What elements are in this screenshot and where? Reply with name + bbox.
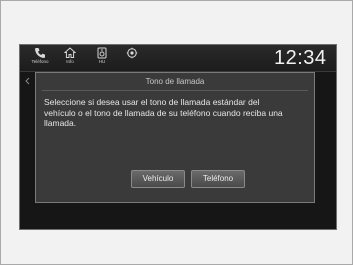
dialog-message: Seleccione si desea usar el tono de llam… <box>44 97 283 128</box>
clock: 12:34 <box>274 47 327 69</box>
manual-illustration-frame: Teléfono Info HU 12:34 Tono de llamada S… <box>0 0 353 265</box>
settings-button[interactable] <box>120 46 144 70</box>
status-bar: Teléfono Info HU 12:34 <box>20 45 336 72</box>
ringtone-dialog: Tono de llamada Seleccione si desea usar… <box>35 72 315 203</box>
sound-icon <box>97 47 107 59</box>
home-label: Info <box>66 59 74 64</box>
dialog-title: Tono de llamada <box>145 77 205 86</box>
vehicle-ringtone-button[interactable]: Vehículo <box>131 170 185 188</box>
home-button[interactable]: Info <box>58 46 82 70</box>
phone-icon <box>35 48 45 58</box>
background-list-edge <box>22 72 32 172</box>
phone-label: Teléfono <box>31 59 49 64</box>
home-icon <box>64 47 76 58</box>
phone-button[interactable]: Teléfono <box>28 46 52 70</box>
infotainment-screen: Teléfono Info HU 12:34 Tono de llamada S… <box>19 44 337 230</box>
dialog-divider <box>42 90 308 91</box>
sound-label: HU <box>98 59 106 64</box>
sound-button[interactable]: HU <box>90 46 114 70</box>
settings-icon <box>126 47 138 59</box>
left-chevron-icon <box>25 77 30 85</box>
phone-ringtone-button[interactable]: Teléfono <box>191 170 245 188</box>
